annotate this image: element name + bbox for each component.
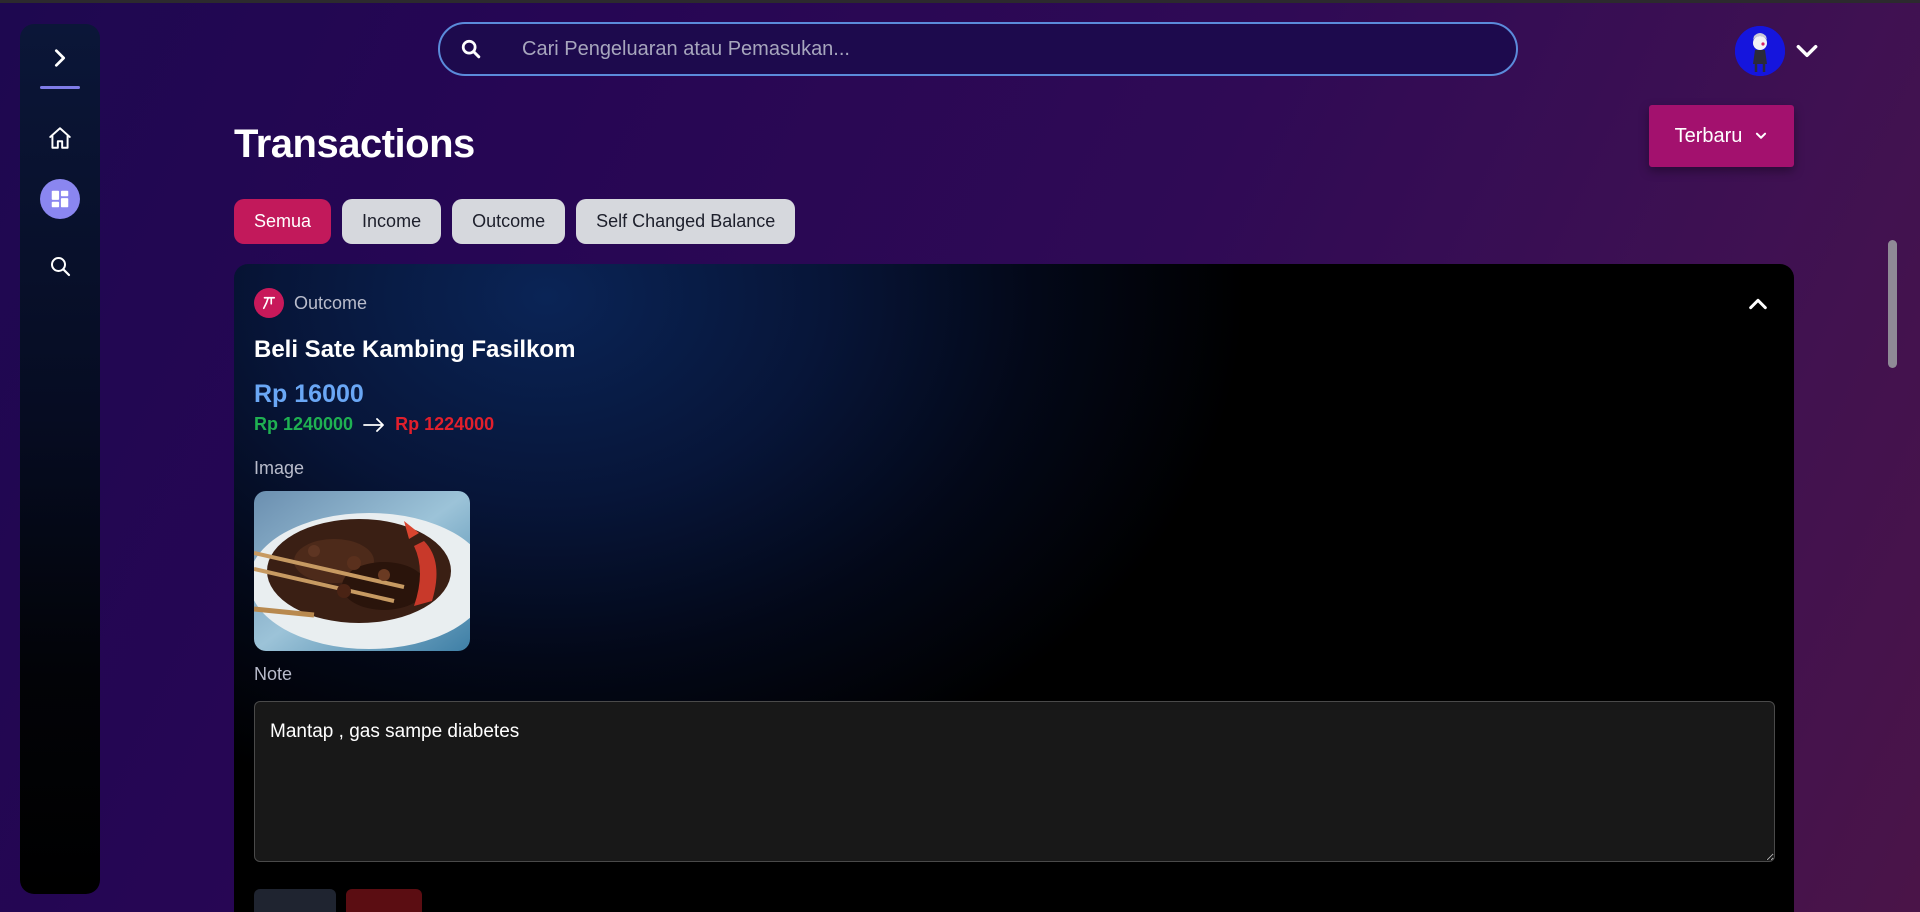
sidebar-item-dashboard[interactable] [20,173,100,225]
balance-after: Rp 1224000 [395,414,495,434]
note-textarea[interactable]: Mantap , gas sampe diabetes [254,701,1775,862]
chevron-up-icon [1749,298,1767,310]
delete-button[interactable] [346,889,422,912]
transaction-type-label: Outcome [294,292,368,313]
image-label: Image [254,458,305,478]
sidebar-divider [40,86,80,89]
note-label: Note [254,664,293,684]
collapse-button[interactable] [1744,290,1772,318]
account-menu-chevron[interactable] [1792,36,1822,66]
search-input[interactable] [502,26,1516,72]
transaction-image[interactable] [254,491,470,651]
sidebar [20,24,100,894]
chevron-down-icon [1756,132,1767,139]
window-top-border [0,0,1920,3]
balance-change: Rp 1240000 Rp 1224000 [254,414,494,435]
sort-label: Terbaru [1674,124,1743,147]
sidebar-item-search[interactable] [20,244,100,288]
transaction-card: Outcome Beli Sate Kambing Fasilkom Rp 16… [234,264,1794,912]
dashboard-icon [51,190,69,208]
filter-semua[interactable]: Semua [234,199,332,244]
balance-before: Rp 1240000 [254,414,354,434]
avatar[interactable] [1735,26,1785,76]
sidebar-expand-button[interactable] [20,36,100,80]
sort-dropdown-button[interactable]: Terbaru [1649,105,1794,167]
filter-tabs: Semua Income Outcome Self Changed Balanc… [234,199,796,244]
scrollbar-thumb[interactable] [1888,240,1897,368]
arrow-right-icon [363,417,384,432]
filter-self-changed-balance[interactable]: Self Changed Balance [576,199,796,244]
sidebar-item-home[interactable] [20,116,100,160]
transaction-type: Outcome [254,288,367,318]
edit-button[interactable] [254,889,336,912]
page-title: Transactions [234,122,475,166]
search-icon [440,24,502,74]
filter-outcome[interactable]: Outcome [452,199,566,244]
outcome-icon [254,288,284,318]
search-icon [51,257,71,277]
chevron-right-icon [54,49,66,67]
search-bar [438,22,1518,76]
chevron-down-icon [1796,44,1818,58]
filter-income[interactable]: Income [342,199,442,244]
transaction-title: Beli Sate Kambing Fasilkom [254,336,576,363]
sidebar-active-indicator [40,179,80,219]
avatar-image [1735,26,1785,76]
home-icon [49,127,71,149]
transaction-amount: Rp 16000 [254,380,364,408]
